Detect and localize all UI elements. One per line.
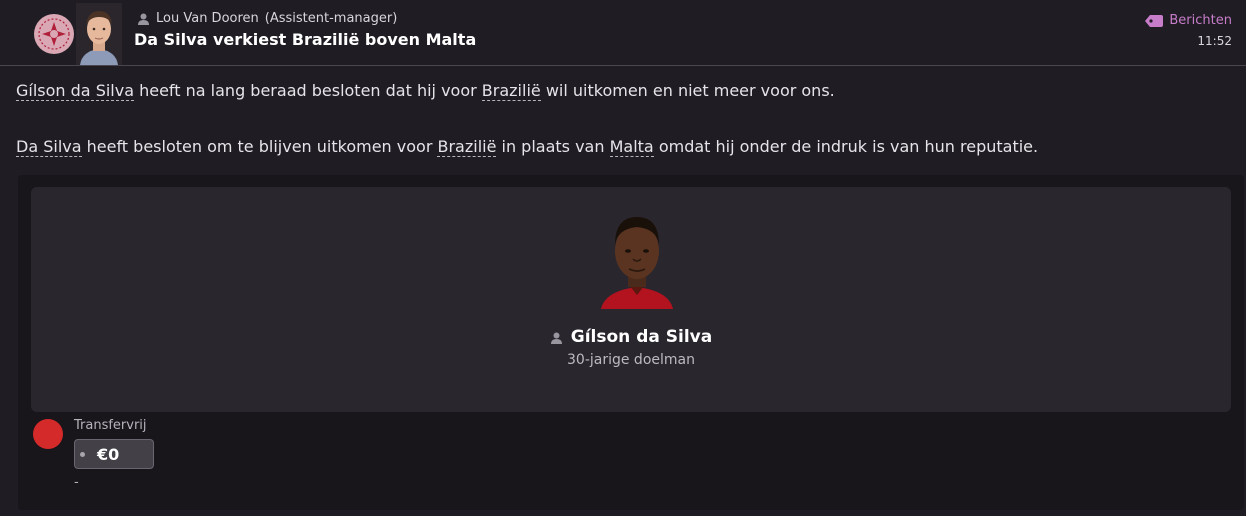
- sender-avatar[interactable]: [76, 3, 122, 65]
- player-name[interactable]: Gílson da Silva: [571, 327, 712, 347]
- player-link[interactable]: Gílson da Silva: [16, 81, 135, 101]
- message-paragraph-1: Gílson da Silva heeft na lang beraad bes…: [16, 81, 835, 101]
- transfer-status-label: Transfervrij: [74, 418, 147, 433]
- paragraph-text: heeft besloten om te blijven uitkomen vo…: [81, 137, 438, 156]
- price-tag-hole-icon: [80, 451, 85, 457]
- person-icon: [138, 13, 149, 25]
- transfer-footnote: -: [74, 475, 79, 490]
- paragraph-text: heeft na lang beraad besloten dat hij vo…: [134, 81, 482, 100]
- inbox-label[interactable]: Berichten: [1169, 13, 1232, 28]
- message-paragraph-2: Da Silva heeft besloten om te blijven ui…: [16, 137, 1039, 157]
- nation-link-brazil[interactable]: Brazilië: [437, 137, 497, 157]
- paragraph-text: omdat hij onder de indruk is van hun rep…: [653, 137, 1039, 156]
- sender-role: (Assistent-manager): [264, 11, 398, 26]
- transfer-value: €0: [97, 444, 120, 464]
- message-subject: Da Silva verkiest Brazilië boven Malta: [134, 30, 477, 49]
- player-photo[interactable]: [599, 199, 675, 309]
- status-dot: [33, 419, 63, 449]
- person-icon: [550, 332, 562, 344]
- sender-name[interactable]: Lou Van Dooren: [156, 11, 259, 26]
- player-panel: Gílson da Silva 30-jarige doelman Transf…: [18, 175, 1244, 510]
- player-card: Gílson da Silva 30-jarige doelman: [31, 187, 1231, 412]
- message-header: Lou Van Dooren (Assistent-manager) Da Si…: [0, 0, 1246, 66]
- club-crest-icon[interactable]: [34, 14, 74, 54]
- paragraph-text: in plaats van: [496, 137, 610, 156]
- price-tag: €0: [74, 439, 154, 469]
- player-link[interactable]: Da Silva: [16, 137, 82, 157]
- tag-icon: [1145, 14, 1164, 27]
- paragraph-text: wil uitkomen en niet meer voor ons.: [540, 81, 835, 100]
- nation-link-malta[interactable]: Malta: [609, 137, 654, 157]
- nation-link-brazil[interactable]: Brazilië: [481, 81, 541, 101]
- player-name-row: Gílson da Silva: [31, 327, 1231, 347]
- inbox-link[interactable]: Berichten: [1145, 13, 1232, 28]
- sender-line: Lou Van Dooren (Assistent-manager): [137, 11, 397, 26]
- player-description: 30-jarige doelman: [567, 352, 695, 368]
- message-time: 11:52: [1197, 34, 1232, 48]
